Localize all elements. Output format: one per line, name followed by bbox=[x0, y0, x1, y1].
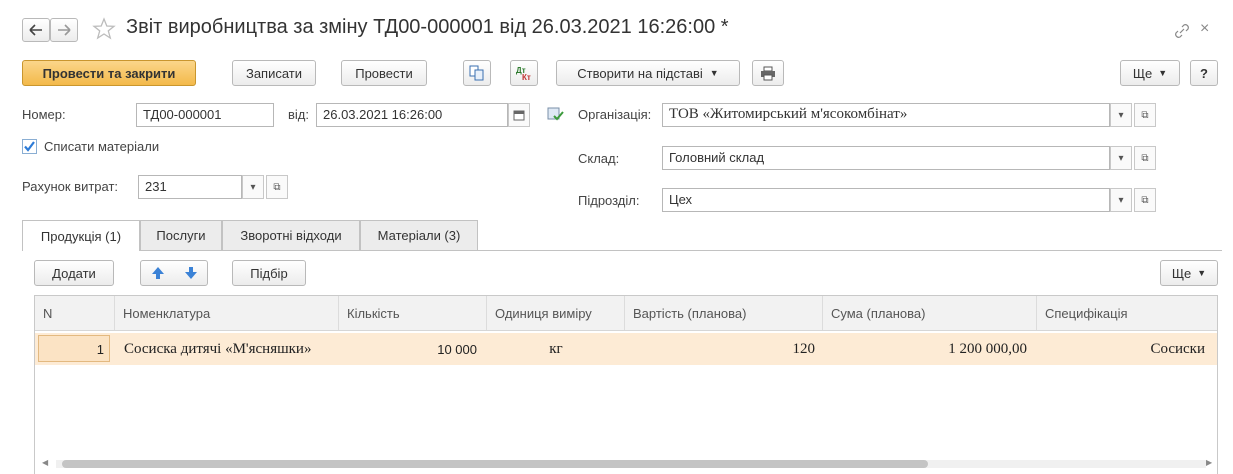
row-item: Сосиска дитячі «М'ясняшки» bbox=[124, 340, 312, 357]
post-and-close-button[interactable]: Провести та закрити bbox=[22, 60, 196, 86]
back-button[interactable] bbox=[22, 18, 50, 42]
svg-text:Кт: Кт bbox=[522, 73, 531, 81]
column-header-planned-sum[interactable]: Сума (планова) bbox=[823, 296, 1037, 330]
row-planned-sum: 1 200 000,00 bbox=[948, 340, 1027, 357]
cost-account-dropdown[interactable]: ▾ bbox=[242, 175, 264, 199]
column-header-planned-cost[interactable]: Вартість (планова) bbox=[625, 296, 823, 330]
row-specification: Сосиски bbox=[1150, 340, 1205, 357]
document-check-icon[interactable] bbox=[546, 106, 564, 122]
print-button[interactable] bbox=[752, 60, 784, 86]
add-button[interactable]: Додати bbox=[34, 260, 114, 286]
debit-credit-icon: Дт Кт bbox=[516, 66, 531, 81]
tab-products[interactable]: Продукція (1) bbox=[22, 220, 140, 251]
column-header-quantity[interactable]: Кількість bbox=[339, 296, 487, 330]
column-header-n[interactable]: N bbox=[35, 296, 115, 330]
help-button[interactable]: ? bbox=[1190, 60, 1218, 86]
organization-field[interactable]: ТОВ «Житомирський м'ясокомбінат» bbox=[662, 103, 1110, 127]
warehouse-open-button[interactable]: ⧉ bbox=[1134, 146, 1156, 170]
row-quantity: 10 000 bbox=[437, 341, 477, 357]
tab-services[interactable]: Послуги bbox=[140, 220, 222, 250]
calendar-icon bbox=[513, 110, 525, 121]
select-button[interactable]: Підбір bbox=[232, 260, 306, 286]
chevron-down-icon: ▼ bbox=[1158, 68, 1168, 78]
warehouse-label: Склад: bbox=[578, 151, 620, 166]
arrow-left-icon bbox=[29, 24, 42, 36]
calendar-button[interactable] bbox=[508, 103, 530, 127]
chevron-down-icon: ▾ bbox=[1118, 152, 1124, 164]
organization-dropdown[interactable]: ▾ bbox=[1110, 103, 1132, 127]
open-icon: ⧉ bbox=[273, 181, 281, 193]
cost-account-label: Рахунок витрат: bbox=[22, 179, 119, 194]
warehouse-dropdown[interactable]: ▾ bbox=[1110, 146, 1132, 170]
date-field[interactable]: 26.03.2021 16:26:00 bbox=[316, 103, 508, 127]
write-off-checkbox[interactable] bbox=[22, 139, 37, 154]
chevron-down-icon: ▾ bbox=[250, 181, 256, 193]
warehouse-field[interactable]: Головний склад bbox=[662, 146, 1110, 170]
column-header-unit[interactable]: Одиниця виміру bbox=[487, 296, 625, 330]
save-button[interactable]: Записати bbox=[232, 60, 316, 86]
organization-label: Організація: bbox=[578, 107, 652, 122]
tab-materials[interactable]: Матеріали (3) bbox=[360, 220, 478, 250]
create-based-on-button[interactable]: Створити на підставі ▼ bbox=[556, 60, 740, 86]
write-off-label: Списати матеріали bbox=[44, 139, 160, 154]
division-label: Підрозділ: bbox=[578, 193, 640, 208]
column-header-specification[interactable]: Специфікація bbox=[1037, 296, 1217, 330]
chevron-down-icon: ▼ bbox=[1197, 268, 1207, 278]
scroll-right-icon[interactable]: ▶ bbox=[1206, 458, 1212, 467]
division-dropdown[interactable]: ▾ bbox=[1110, 188, 1132, 212]
table-more-label: Ще bbox=[1171, 265, 1192, 281]
cost-account-field[interactable]: 231 bbox=[138, 175, 242, 199]
date-label: від: bbox=[288, 107, 309, 122]
horizontal-scrollbar-thumb[interactable] bbox=[62, 460, 928, 468]
dt-kt-button[interactable]: Дт Кт bbox=[510, 60, 538, 86]
division-open-button[interactable]: ⧉ bbox=[1134, 188, 1156, 212]
organization-open-button[interactable]: ⧉ bbox=[1134, 103, 1156, 127]
forward-button[interactable] bbox=[50, 18, 78, 42]
row-unit: кг bbox=[549, 340, 563, 357]
division-field[interactable]: Цех bbox=[662, 188, 1110, 212]
create-based-on-label: Створити на підставі bbox=[577, 65, 703, 81]
number-label: Номер: bbox=[22, 107, 66, 122]
chevron-down-icon: ▾ bbox=[1118, 109, 1124, 121]
printer-icon bbox=[761, 66, 775, 80]
open-icon: ⧉ bbox=[1141, 194, 1149, 206]
move-buttons bbox=[140, 260, 208, 286]
row-number: 1 bbox=[96, 341, 104, 357]
structure-button[interactable] bbox=[463, 60, 491, 86]
link-icon[interactable] bbox=[1173, 22, 1191, 40]
chevron-down-icon: ▾ bbox=[1118, 194, 1124, 206]
tabs-baseline bbox=[22, 250, 1222, 251]
more-button[interactable]: Ще ▼ bbox=[1120, 60, 1180, 86]
checkmark-icon bbox=[24, 141, 35, 152]
close-icon[interactable]: × bbox=[1200, 20, 1209, 38]
arrow-right-icon bbox=[58, 24, 71, 36]
number-field[interactable]: ТД00-000001 bbox=[136, 103, 274, 127]
open-icon: ⧉ bbox=[1141, 152, 1149, 164]
more-label: Ще bbox=[1132, 65, 1153, 81]
star-icon[interactable] bbox=[92, 17, 116, 41]
cost-account-open-button[interactable]: ⧉ bbox=[266, 175, 288, 199]
tab-return-waste[interactable]: Зворотні відходи bbox=[222, 220, 360, 250]
post-button[interactable]: Провести bbox=[341, 60, 427, 86]
chevron-down-icon: ▼ bbox=[709, 68, 719, 78]
document-structure-icon bbox=[469, 65, 484, 81]
table-more-button[interactable]: Ще ▼ bbox=[1160, 260, 1218, 286]
row-planned-cost: 120 bbox=[792, 340, 816, 357]
scroll-left-icon[interactable]: ◀ bbox=[42, 458, 48, 467]
arrow-up-icon[interactable] bbox=[151, 266, 165, 280]
column-header-item[interactable]: Номенклатура bbox=[115, 296, 339, 330]
arrow-down-icon[interactable] bbox=[184, 266, 198, 280]
window-title: Звіт виробництва за зміну ТД00-000001 ві… bbox=[126, 16, 729, 38]
open-icon: ⧉ bbox=[1141, 109, 1149, 121]
